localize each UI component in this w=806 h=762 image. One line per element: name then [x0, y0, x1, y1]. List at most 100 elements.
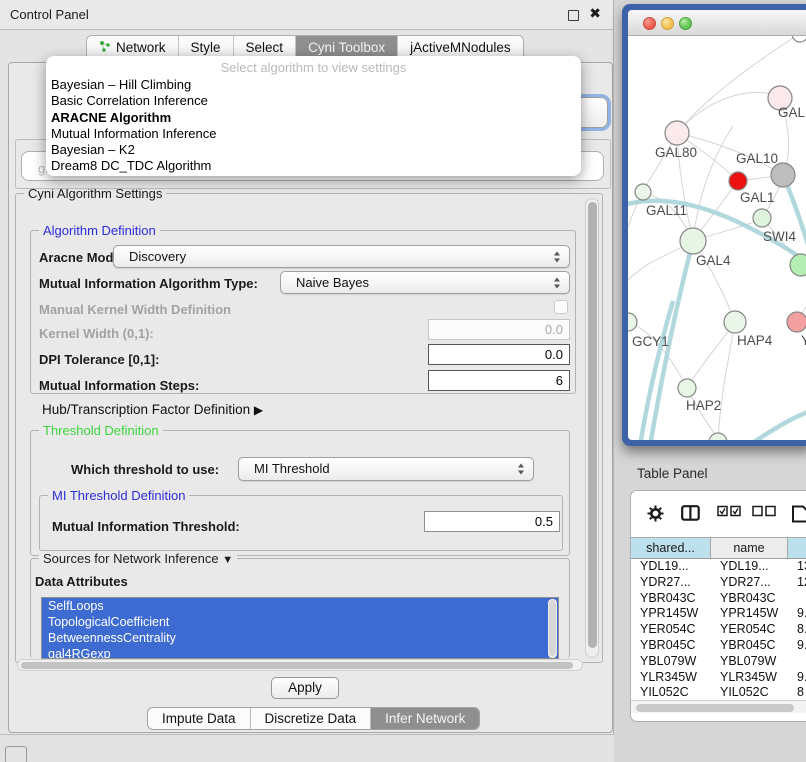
table-row[interactable]: YDL19...YDL19...13 — [631, 559, 806, 575]
hub-definition-toggle[interactable]: Hub/Transcription Factor Definition ▶ — [42, 402, 263, 417]
attribute-list-item[interactable]: TopologicalCoefficient — [42, 614, 558, 630]
algorithm-option[interactable]: ARACNE Algorithm — [46, 110, 581, 126]
table-column-header[interactable]: A — [788, 538, 806, 558]
network-node[interactable] — [753, 209, 771, 227]
table-row[interactable]: YDR27...YDR27...12 — [631, 575, 806, 591]
table-cell: YBR043C — [711, 591, 788, 607]
table-cell: 9. — [788, 638, 806, 654]
table-column-header[interactable]: shared... — [631, 538, 711, 558]
network-node[interactable] — [792, 36, 806, 42]
tab-label: Network — [116, 40, 166, 55]
settings-vertical-scrollbar-thumb[interactable] — [588, 202, 597, 648]
algorithm-option[interactable]: Bayesian – K2 — [46, 142, 581, 158]
table-horizontal-scrollbar-thumb[interactable] — [636, 704, 794, 712]
table-cell — [788, 591, 806, 607]
network-edge — [677, 92, 780, 133]
table-column-header[interactable]: name — [711, 538, 788, 558]
mi-algorithm-type-combo[interactable]: Naive Bayes — [280, 271, 570, 294]
algorithm-dropdown-popup: Select algorithm to view settings Bayesi… — [46, 56, 581, 176]
network-node[interactable] — [709, 433, 727, 440]
network-node[interactable] — [729, 172, 747, 190]
apply-button[interactable]: Apply — [271, 677, 339, 699]
table-row[interactable]: YBR043CYBR043C — [631, 591, 806, 607]
close-icon[interactable]: ✖ — [589, 5, 601, 22]
bottom-tab-impute-data[interactable]: Impute Data — [148, 708, 250, 729]
table-cell: YIL052C — [631, 685, 711, 700]
threshold-definition-group: Threshold Definition Which threshold to … — [30, 430, 570, 556]
table-row[interactable]: YER054CYER054C8. — [631, 622, 806, 638]
table-cell — [788, 654, 806, 670]
network-edge — [687, 322, 735, 388]
mi-threshold-field[interactable]: 0.5 — [424, 511, 560, 532]
table-row[interactable]: YPR145WYPR145W9. — [631, 606, 806, 622]
data-attributes-list[interactable]: SelfLoopsTopologicalCoefficientBetweenne… — [41, 597, 559, 659]
tab-label: Style — [191, 40, 221, 55]
attribute-list-item[interactable]: BetweennessCentrality — [42, 630, 558, 646]
network-window-titlebar — [628, 10, 806, 36]
network-node[interactable] — [790, 254, 806, 276]
network-node[interactable] — [680, 228, 706, 254]
attribute-list-item[interactable]: gal4RGexp — [42, 646, 558, 659]
settings-horizontal-scrollbar-thumb[interactable] — [21, 662, 573, 670]
mi-algorithm-type-label: Mutual Information Algorithm Type: — [39, 276, 258, 291]
network-node[interactable] — [787, 312, 806, 332]
algorithm-option[interactable]: Bayesian – Hill Climbing — [46, 77, 581, 93]
which-threshold-combo[interactable]: MI Threshold — [238, 457, 534, 481]
network-canvas[interactable]: GALGAL80GAL10GAL11GAL1SWI4GAL4GCY1HAP4YH… — [628, 36, 806, 440]
table-row[interactable]: YBR045CYBR045C9. — [631, 638, 806, 654]
zoom-traffic-light-icon[interactable] — [679, 17, 692, 30]
network-view-inner: GALGAL80GAL10GAL11GAL1SWI4GAL4GCY1HAP4YH… — [628, 10, 806, 440]
table-horizontal-scrollbar[interactable] — [631, 700, 806, 713]
collapse-down-icon[interactable]: ▼ — [222, 554, 233, 566]
table-cell: YBR045C — [631, 638, 711, 654]
table-row[interactable]: YLR345WYLR345W9. — [631, 670, 806, 686]
bottom-tab-discretize-data[interactable]: Discretize Data — [250, 708, 371, 729]
network-node[interactable] — [635, 184, 651, 200]
dpi-tolerance-field[interactable]: 0.0 — [428, 344, 570, 365]
minimized-panel-button[interactable] — [5, 746, 27, 762]
kernel-width-field[interactable]: 0.0 — [428, 319, 570, 340]
network-node[interactable] — [724, 311, 746, 333]
minimize-traffic-light-icon[interactable] — [661, 17, 674, 30]
settings-vertical-scrollbar[interactable] — [585, 198, 599, 658]
manual-kernel-width-checkbox[interactable] — [554, 300, 568, 314]
table-toolbar — [631, 491, 806, 535]
table-options-gear-icon[interactable] — [647, 505, 664, 522]
settings-horizontal-scrollbar[interactable] — [17, 659, 583, 671]
export-table-icon[interactable] — [791, 505, 806, 523]
kernel-width-label: Kernel Width (0,1): — [39, 326, 154, 341]
aracne-mode-combo[interactable]: Discovery — [113, 245, 570, 268]
mi-steps-label: Mutual Information Steps: — [39, 378, 199, 393]
dpi-tolerance-label: DPI Tolerance [0,1]: — [39, 352, 159, 367]
cyni-bottom-tabs: Impute DataDiscretize DataInfer Network — [147, 707, 480, 730]
algorithm-option[interactable]: Dream8 DC_TDC Algorithm — [46, 158, 581, 174]
threshold-definition-title: Threshold Definition — [39, 423, 163, 438]
close-traffic-light-icon[interactable] — [643, 17, 656, 30]
sources-title[interactable]: Sources for Network Inference ▼ — [39, 551, 237, 566]
network-node-label: SWI4 — [763, 229, 796, 244]
float-window-icon[interactable] — [568, 10, 579, 21]
unselect-all-checkboxes-icon[interactable] — [752, 505, 776, 517]
network-node[interactable] — [628, 313, 637, 331]
network-graph-icon — [99, 40, 111, 53]
algorithm-definition-group: Algorithm Definition Aracne Mode: Discov… — [30, 230, 576, 394]
table-row[interactable]: YIL052CYIL052C8 — [631, 685, 806, 700]
attributes-scrollbar[interactable] — [548, 599, 557, 658]
bottom-tab-infer-network[interactable]: Infer Network — [370, 708, 479, 729]
network-node[interactable] — [771, 163, 795, 187]
select-all-checkboxes-icon[interactable] — [717, 505, 741, 517]
expand-right-icon[interactable]: ▶ — [254, 403, 263, 417]
mi-steps-field[interactable]: 6 — [428, 370, 570, 391]
attributes-scrollbar-thumb[interactable] — [549, 600, 556, 656]
network-node-label: GAL11 — [646, 203, 687, 218]
algorithm-option[interactable]: Basic Correlation Inference — [46, 93, 581, 109]
control-panel-title: Control Panel — [10, 7, 89, 22]
network-node[interactable] — [665, 121, 689, 145]
algorithm-option[interactable]: Mutual Information Inference — [46, 126, 581, 142]
table-cell: 9. — [788, 606, 806, 622]
network-node[interactable] — [678, 379, 696, 397]
attribute-list-item[interactable]: SelfLoops — [42, 598, 558, 614]
table-row[interactable]: YBL079WYBL079W — [631, 654, 806, 670]
network-node-label: GAL4 — [696, 253, 731, 268]
split-columns-icon[interactable] — [681, 505, 700, 521]
